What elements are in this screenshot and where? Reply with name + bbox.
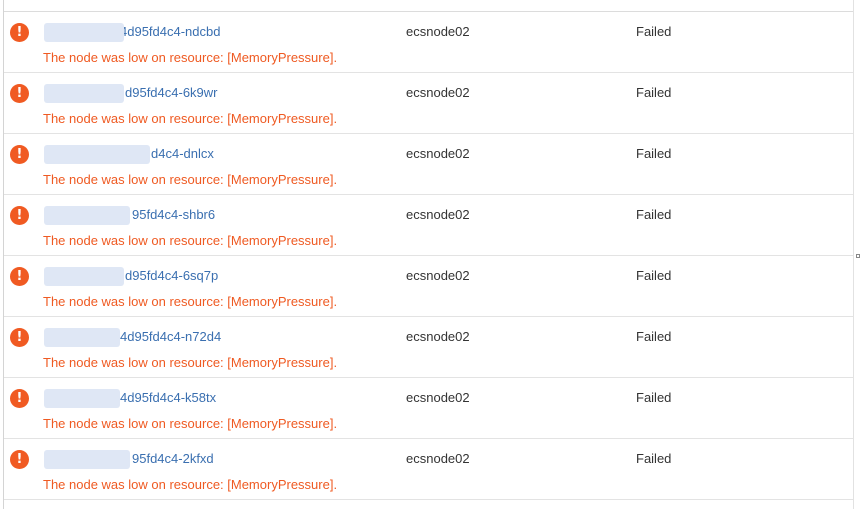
redacted-mask xyxy=(44,23,124,42)
event-message: The node was low on resource: [MemoryPre… xyxy=(43,416,338,431)
status-text: Failed xyxy=(636,85,672,100)
table-row: ! 4d95fd4c4-k58tx The node was low on re… xyxy=(4,378,853,439)
table-row: ! d95fd4c4-6k9wr The node was low on res… xyxy=(4,73,853,134)
node-name: ecsnode02 xyxy=(406,329,470,344)
table-row: ! 4d95fd4c4-ndcbd The node was low on re… xyxy=(4,12,853,73)
pod-name-link[interactable]: 4d95fd4c4-k58tx xyxy=(120,390,216,406)
exclamation-circle-icon: ! xyxy=(10,328,29,347)
redacted-mask xyxy=(44,389,120,408)
redacted-mask xyxy=(44,206,130,225)
exclamation-circle-icon: ! xyxy=(10,267,29,286)
exclamation-circle-icon: ! xyxy=(10,206,29,225)
event-message: The node was low on resource: [MemoryPre… xyxy=(43,50,338,65)
status-text: Failed xyxy=(636,451,672,466)
resize-handle[interactable] xyxy=(856,254,860,258)
exclamation-circle-icon: ! xyxy=(10,145,29,164)
node-name: ecsnode02 xyxy=(406,207,470,222)
event-message: The node was low on resource: [MemoryPre… xyxy=(43,111,338,126)
redacted-mask xyxy=(44,267,124,286)
table-row: ! 95fd4c4-shbr6 The node was low on reso… xyxy=(4,195,853,256)
event-message: The node was low on resource: [MemoryPre… xyxy=(43,294,338,309)
table-row: ! d95fd4c4-6sq7p The node was low on res… xyxy=(4,256,853,317)
status-text: Failed xyxy=(636,268,672,283)
event-message: The node was low on resource: [MemoryPre… xyxy=(43,233,338,248)
event-list-page: ! 4d95fd4c4-ndcbd The node was low on re… xyxy=(0,0,864,509)
redacted-mask xyxy=(44,84,124,103)
status-text: Failed xyxy=(636,207,672,222)
redacted-mask xyxy=(44,145,150,164)
pod-name-link[interactable]: 95fd4c4-shbr6 xyxy=(132,207,215,223)
pod-name-link[interactable]: 4d95fd4c4-n72d4 xyxy=(120,329,221,345)
status-text: Failed xyxy=(636,390,672,405)
pod-name-link[interactable]: 4d95fd4c4-ndcbd xyxy=(120,24,220,40)
pod-name-link[interactable]: d4c4-dnlcx xyxy=(151,146,214,162)
exclamation-circle-icon: ! xyxy=(10,389,29,408)
exclamation-circle-icon: ! xyxy=(10,450,29,469)
right-border xyxy=(853,0,854,509)
redacted-mask xyxy=(44,450,130,469)
redacted-mask xyxy=(44,328,120,347)
node-name: ecsnode02 xyxy=(406,24,470,39)
exclamation-circle-icon: ! xyxy=(10,23,29,42)
node-name: ecsnode02 xyxy=(406,268,470,283)
pod-name-link[interactable]: 95fd4c4-2kfxd xyxy=(132,451,214,467)
table-row: ! d4c4-dnlcx The node was low on resourc… xyxy=(4,134,853,195)
status-text: Failed xyxy=(636,329,672,344)
node-name: ecsnode02 xyxy=(406,451,470,466)
exclamation-circle-icon: ! xyxy=(10,84,29,103)
node-name: ecsnode02 xyxy=(406,85,470,100)
event-message: The node was low on resource: [MemoryPre… xyxy=(43,355,338,370)
node-name: ecsnode02 xyxy=(406,390,470,405)
table-row: ! 4d95fd4c4-n72d4 The node was low on re… xyxy=(4,317,853,378)
table-row: ! 95fd4c4-2kfxd The node was low on reso… xyxy=(4,439,853,500)
pod-name-link[interactable]: d95fd4c4-6k9wr xyxy=(125,85,218,101)
event-message: The node was low on resource: [MemoryPre… xyxy=(43,172,338,187)
event-message: The node was low on resource: [MemoryPre… xyxy=(43,477,338,492)
status-text: Failed xyxy=(636,24,672,39)
status-text: Failed xyxy=(636,146,672,161)
pod-name-link[interactable]: d95fd4c4-6sq7p xyxy=(125,268,218,284)
node-name: ecsnode02 xyxy=(406,146,470,161)
